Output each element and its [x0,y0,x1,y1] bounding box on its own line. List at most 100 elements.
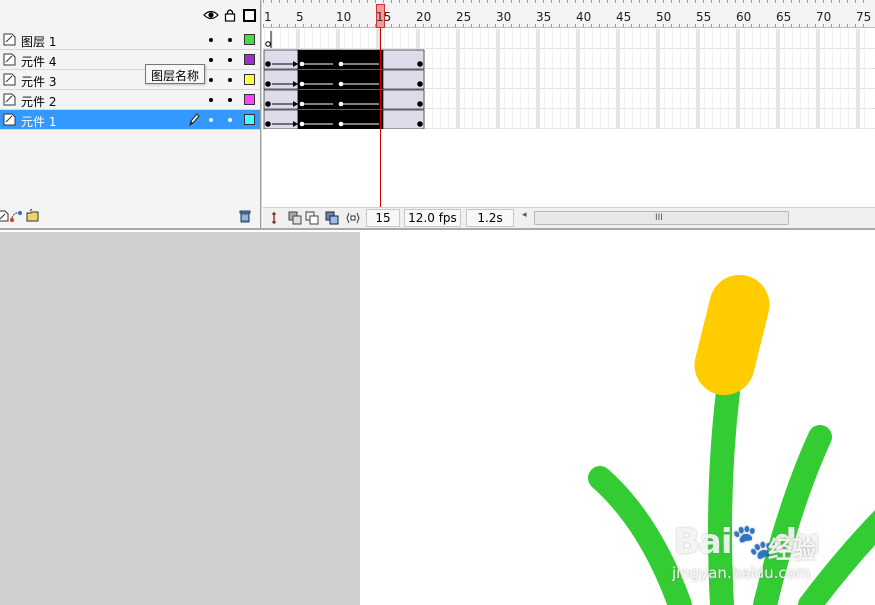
ruler-tick [775,24,776,27]
ruler-tick [679,24,680,27]
tween-span [382,109,425,129]
selected-frames [336,89,384,110]
paw-icon: 🐾 [731,522,774,562]
layer-icon [3,33,16,46]
keyframe-selected [338,101,344,107]
layer-name-tooltip: 图层名称 [145,64,206,84]
ruler-number: 5 [296,10,304,24]
keyframe-selected [299,81,305,87]
layer-row-元件4[interactable]: 元件 4 [0,50,260,70]
ruler-tick [735,0,736,3]
ruler-tick [815,24,816,27]
onion-skin-outlines-icon[interactable] [305,211,319,225]
layer-row-元件3[interactable]: 元件 3 [0,70,260,90]
layer-visibility-toggle[interactable] [209,98,213,102]
ruler-tick [439,24,440,27]
keyframe [265,101,271,107]
center-frame-icon[interactable] [267,211,281,225]
scroll-grip[interactable]: III [655,212,663,224]
layer-outline-color[interactable] [244,114,255,125]
ruler-tick [335,24,336,27]
ruler-tick [847,0,848,3]
layer-visibility-toggle[interactable] [209,118,213,122]
layer-outline-color[interactable] [244,94,255,105]
layer-visibility-toggle[interactable] [209,38,213,42]
ruler-tick [591,24,592,27]
ruler-tick [463,24,464,27]
ruler-tick [431,24,432,27]
layer-outline-color[interactable] [244,34,255,45]
layer-lock-toggle[interactable] [228,58,232,62]
tween-span [382,49,425,70]
ruler-tick [479,24,480,27]
ruler-tick [823,0,824,3]
ruler-tick [287,24,288,27]
ruler-tick [551,0,552,3]
layer-lock-toggle[interactable] [228,118,232,122]
edit-multiple-frames-icon[interactable] [325,211,339,225]
ruler-tick [487,24,488,27]
ruler-tick [327,24,328,27]
ruler-tick [527,24,528,27]
layer-lock-toggle[interactable] [228,98,232,102]
elapsed-time-field: 1.2s [466,209,514,227]
ruler-tick [591,0,592,3]
ruler-tick [423,24,424,27]
ruler-tick [535,0,536,3]
ruler-tick [319,0,320,3]
horizontal-scrollbar[interactable]: III [534,211,789,225]
layer-name: 元件 4 [21,55,57,69]
ruler-number: 55 [696,10,712,24]
layer-name: 图层 1 [21,35,57,49]
layer-name: 元件 3 [21,75,57,89]
layer-row-元件1[interactable]: 元件 1 [0,110,260,130]
frames-panel: 151015202530354045505560657075 15 15 12.… [263,0,875,228]
keyframe-selected [299,101,305,107]
keyframe-selected [338,121,344,127]
eye-icon[interactable] [203,8,219,22]
layer-visibility-toggle[interactable] [209,58,213,62]
ruler-tick [631,0,632,3]
ruler-tick [807,0,808,3]
ruler-tick [719,0,720,3]
ruler-tick [767,24,768,27]
ruler-tick [623,0,624,3]
ruler-tick [495,24,496,27]
keyframe [417,121,423,127]
add-motion-guide-icon[interactable] [9,209,23,223]
ruler-tick [623,24,624,27]
keyframe-selected [338,61,344,67]
layer-row-图层1[interactable]: 图层 1 [0,30,260,50]
selected-frames [336,109,384,129]
frame-rate-field[interactable]: 12.0 fps [404,209,461,227]
onion-skin-icon[interactable] [288,211,302,225]
layer-outline-color[interactable] [244,54,255,65]
selected-frames [336,49,384,70]
ruler-tick [743,0,744,3]
layer-row-元件2[interactable]: 元件 2 [0,90,260,110]
ruler-tick [671,24,672,27]
keyframe-selected [299,121,305,127]
layer-lock-toggle[interactable] [228,38,232,42]
ruler-tick [391,0,392,3]
ruler-tick [511,24,512,27]
ruler-tick [815,0,816,3]
scroll-left-arrow[interactable]: ◂ [522,210,527,220]
playhead-line [380,28,381,208]
modify-onion-markers-icon[interactable] [346,211,360,225]
delete-layer-icon[interactable] [238,209,252,223]
layer-visibility-toggle[interactable] [209,78,213,82]
outline-icon[interactable] [242,8,256,22]
ruler-tick [447,24,448,27]
ruler-tick [615,0,616,3]
ruler-tick [335,0,336,3]
lock-icon[interactable] [223,8,237,22]
current-frame-field[interactable]: 15 [366,209,400,227]
layer-outline-color[interactable] [244,74,255,85]
frame-ruler[interactable]: 151015202530354045505560657075 [263,0,875,28]
insert-layer-folder-icon[interactable] [26,209,40,223]
layer-icon [3,93,16,106]
ruler-tick [263,0,264,3]
ruler-tick [495,0,496,3]
layer-lock-toggle[interactable] [228,78,232,82]
